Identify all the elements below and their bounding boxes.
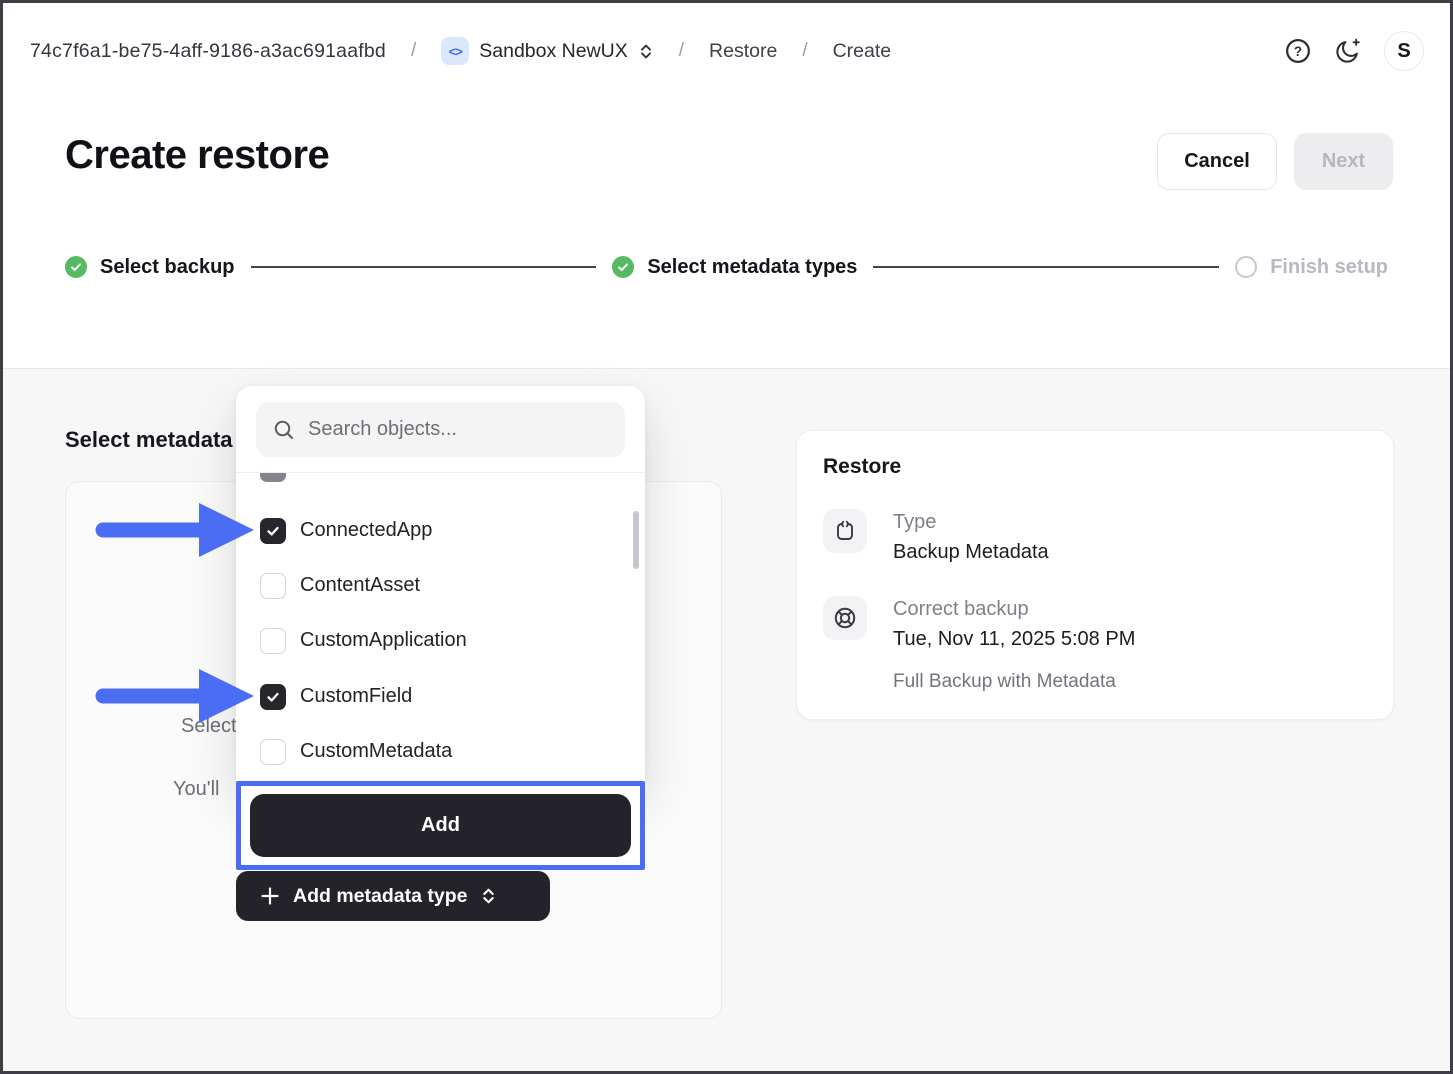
correct-backup-label: Correct backup — [893, 598, 1029, 621]
search-icon — [273, 419, 295, 441]
clipped-list-item — [260, 473, 286, 482]
breadcrumb-separator: / — [794, 40, 815, 62]
add-button[interactable]: Add — [250, 794, 631, 857]
org-name: Sandbox NewUX — [479, 40, 628, 63]
metadata-type-dropdown: ConnectedApp ContentAsset CustomApplicat… — [236, 386, 645, 781]
check-circle-icon — [65, 256, 87, 278]
list-item-label: CustomApplication — [300, 629, 467, 652]
list-item-label: CustomMetadata — [300, 740, 452, 763]
lifebuoy-icon — [823, 596, 867, 640]
step-finish-setup: Finish setup — [1235, 256, 1388, 279]
metadata-icon — [823, 509, 867, 553]
checkbox-unchecked[interactable] — [260, 628, 286, 654]
checkbox-checked[interactable] — [260, 684, 286, 710]
user-avatar[interactable]: S — [1384, 31, 1424, 71]
pending-circle-icon — [1235, 256, 1257, 278]
search-field[interactable] — [256, 402, 625, 457]
wizard-stepper: Select backup Select metadata types Fini… — [65, 256, 1388, 278]
breadcrumb: 74c7f6a1-be75-4aff-9186-a3ac691aafbd / <… — [30, 37, 891, 65]
top-bar: 74c7f6a1-be75-4aff-9186-a3ac691aafbd / <… — [30, 3, 1424, 99]
restore-summary-card: Restore Type Backup Metadata Correct bac… — [796, 430, 1394, 720]
step-label: Select backup — [100, 256, 235, 279]
breadcrumb-separator: / — [671, 40, 692, 62]
step-select-backup: Select backup — [65, 256, 235, 279]
step-label: Finish setup — [1270, 256, 1388, 279]
cancel-button[interactable]: Cancel — [1157, 133, 1277, 190]
step-select-metadata-types: Select metadata types — [612, 256, 857, 279]
stepper-connector — [873, 266, 1219, 268]
step-label: Select metadata types — [647, 256, 857, 279]
metadata-type-list: ConnectedApp ContentAsset CustomApplicat… — [236, 473, 645, 781]
list-item-customapplication[interactable]: CustomApplication — [260, 613, 620, 668]
checkbox-unchecked[interactable] — [260, 739, 286, 765]
type-label: Type — [893, 511, 936, 534]
correct-backup-value: Tue, Nov 11, 2025 5:08 PM — [893, 628, 1135, 651]
chevron-up-down-icon — [480, 887, 497, 905]
list-item-custommetadata[interactable]: CustomMetadata — [260, 724, 620, 779]
check-circle-icon — [612, 256, 634, 278]
list-item-label: ContentAsset — [300, 574, 420, 597]
app-window: 74c7f6a1-be75-4aff-9186-a3ac691aafbd / <… — [0, 0, 1453, 1074]
org-switcher[interactable]: <> Sandbox NewUX — [441, 37, 654, 65]
next-button[interactable]: Next — [1294, 133, 1393, 190]
list-item-label: CustomField — [300, 685, 412, 708]
add-metadata-type-button[interactable]: Add metadata type — [236, 871, 550, 921]
list-item-connectedapp[interactable]: ConnectedApp — [260, 503, 620, 558]
plus-icon — [260, 886, 280, 906]
page-title: Create restore — [65, 133, 329, 178]
checkbox-unchecked[interactable] — [260, 573, 286, 599]
header-actions: Cancel Next — [1157, 133, 1393, 190]
list-item-contentasset[interactable]: ContentAsset — [260, 558, 620, 613]
backup-note: Full Backup with Metadata — [893, 671, 1116, 693]
annotation-highlight-box: Add — [236, 781, 645, 870]
code-icon: <> — [441, 37, 469, 65]
search-input[interactable] — [308, 418, 608, 441]
list-item-label: ConnectedApp — [300, 519, 432, 542]
list-item-customfield[interactable]: CustomField — [260, 669, 620, 724]
breadcrumb-create[interactable]: Create — [833, 40, 892, 63]
dark-mode-moon-icon[interactable] — [1334, 37, 1362, 65]
add-metadata-type-label: Add metadata type — [293, 885, 467, 908]
panel-empty-state-text: You'll — [173, 778, 219, 801]
help-icon[interactable]: ? — [1284, 37, 1312, 65]
stepper-connector — [251, 266, 597, 268]
breadcrumb-org-id[interactable]: 74c7f6a1-be75-4aff-9186-a3ac691aafbd — [30, 40, 386, 63]
breadcrumb-restore[interactable]: Restore — [709, 40, 777, 63]
scrollbar-thumb[interactable] — [633, 511, 639, 569]
chevron-up-down-icon — [638, 43, 654, 60]
top-bar-actions: ? S — [1284, 31, 1424, 71]
svg-text:?: ? — [1294, 44, 1302, 59]
card-title: Restore — [823, 455, 901, 479]
panel-empty-state-text: Select — [181, 715, 237, 738]
type-value: Backup Metadata — [893, 541, 1049, 564]
breadcrumb-separator: / — [403, 40, 424, 62]
checkbox-checked[interactable] — [260, 518, 286, 544]
